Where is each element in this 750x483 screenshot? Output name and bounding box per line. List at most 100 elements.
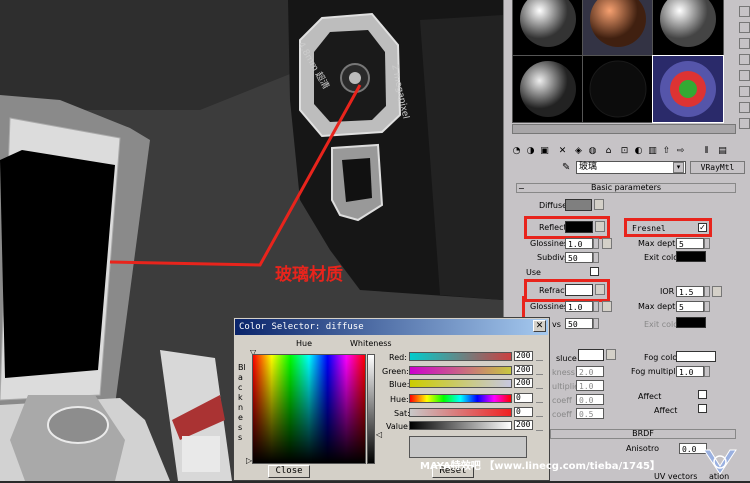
copy-icon[interactable]: ◈ xyxy=(572,144,585,157)
close-icon[interactable]: ✕ xyxy=(533,320,546,332)
sample-slot-4[interactable] xyxy=(512,55,584,123)
reflect-glossiness-field[interactable]: 1.0 xyxy=(565,238,593,249)
put-library-icon[interactable]: ⌂ xyxy=(602,144,615,157)
brdf-rollout-header[interactable]: BRDF xyxy=(550,429,736,439)
hue-blackness-picker[interactable] xyxy=(252,354,366,464)
refract-label: Refract xyxy=(539,286,568,295)
reflect-exit-color-swatch[interactable] xyxy=(676,251,706,262)
refract-glossiness-spinner[interactable] xyxy=(593,301,599,312)
use-interpolation-checkbox[interactable] xyxy=(590,267,599,276)
green-value-field[interactable]: 200 xyxy=(514,365,533,375)
blue-slider[interactable] xyxy=(409,379,512,388)
reflect-subdivs-field[interactable]: 50 xyxy=(565,252,593,263)
dialog-title[interactable]: Color Selector: diffuse xyxy=(235,319,548,335)
slot-scrollbar[interactable] xyxy=(512,124,736,134)
background-button[interactable] xyxy=(739,38,750,49)
refract-max-depth-label: Max depth xyxy=(638,302,681,311)
sample-slot-2[interactable] xyxy=(582,0,654,56)
reflect-max-depth-spinner[interactable] xyxy=(704,238,710,249)
select-by-material-icon[interactable]: ⫴ xyxy=(700,144,713,157)
sample-slot-6-active[interactable] xyxy=(652,55,724,123)
material-name-field[interactable]: 玻璃 xyxy=(576,161,686,174)
close-button[interactable]: Close xyxy=(268,465,310,478)
blue-label: Blue: xyxy=(389,380,410,389)
reset-icon[interactable]: ✕ xyxy=(556,144,569,157)
affect-shadows-checkbox[interactable] xyxy=(698,390,707,399)
fog-multiplier-field[interactable]: 1.0 xyxy=(676,366,704,377)
refract-max-depth-field[interactable]: 5 xyxy=(676,301,704,312)
eyedropper-icon[interactable]: ✎ xyxy=(562,162,570,173)
whiteness-slider[interactable] xyxy=(367,354,375,464)
sample-slot-3[interactable] xyxy=(652,0,724,56)
sat-slider[interactable] xyxy=(409,408,512,417)
fwd-bck-coeff-field[interactable]: 0.5 xyxy=(576,408,604,419)
refract-color-swatch[interactable] xyxy=(565,284,593,296)
refract-max-depth-spinner[interactable] xyxy=(704,301,710,312)
red-value-field[interactable]: 200 xyxy=(514,351,533,361)
blue-value-field[interactable]: 200 xyxy=(514,378,533,388)
translucent-color-swatch[interactable] xyxy=(578,349,604,361)
sample-slot-5[interactable] xyxy=(582,55,654,123)
diffuse-map-button[interactable] xyxy=(594,199,604,210)
hue-slider[interactable] xyxy=(409,394,512,403)
show-map-icon[interactable]: ◐ xyxy=(632,144,645,157)
make-preview-button[interactable] xyxy=(739,86,750,97)
scatter-coeff-field[interactable]: 0.0 xyxy=(576,394,604,405)
hue-value-field[interactable]: 0 xyxy=(514,393,533,403)
go-parent-icon[interactable]: ⇧ xyxy=(660,144,673,157)
uv-vectors-label: UV vectors xyxy=(654,472,698,481)
refract-exit-color-swatch[interactable] xyxy=(676,317,706,328)
refract-glossiness-map-button[interactable] xyxy=(602,301,612,312)
sample-slot-1[interactable] xyxy=(512,0,584,56)
fog-multiplier-spinner[interactable] xyxy=(704,366,710,377)
thickness-field[interactable]: 2.0 xyxy=(576,366,604,377)
chevron-down-icon[interactable]: ▾ xyxy=(673,162,684,173)
use-interpolation-label: Use xyxy=(526,268,541,277)
affect-alpha-checkbox[interactable] xyxy=(698,404,707,413)
fog-color-swatch[interactable] xyxy=(676,351,716,362)
fresnel-checkbox[interactable]: ✓ xyxy=(698,223,707,232)
reflect-glossiness-spinner[interactable] xyxy=(593,238,599,249)
ior-field[interactable]: 1.5 xyxy=(676,286,704,297)
reflect-subdivs-spinner[interactable] xyxy=(593,252,599,263)
whiteness-marker-icon[interactable]: ◁ xyxy=(376,430,382,439)
reflect-glossiness-map-button[interactable] xyxy=(602,238,612,249)
reflect-map-button[interactable] xyxy=(595,221,605,232)
put-to-scene-icon[interactable]: ◑ xyxy=(524,144,537,157)
reflect-color-swatch[interactable] xyxy=(565,221,593,233)
ior-spinner[interactable] xyxy=(704,286,710,297)
value-slider[interactable] xyxy=(409,421,512,430)
affect-shadows-label: Affect xyxy=(638,392,662,401)
refract-subdivs-spinner[interactable] xyxy=(593,318,599,329)
spinner-column[interactable] xyxy=(536,351,543,431)
unique-icon[interactable]: ◍ xyxy=(586,144,599,157)
video-check-button[interactable] xyxy=(739,70,750,81)
reflect-max-depth-label: Max depth xyxy=(638,239,681,248)
navigator-icon[interactable]: ▤ xyxy=(716,144,729,157)
sample-type-button[interactable] xyxy=(739,6,750,17)
green-slider[interactable] xyxy=(409,366,512,375)
refract-glossiness-field[interactable]: 1.0 xyxy=(565,301,593,312)
refract-subdivs-field[interactable]: 50 xyxy=(565,318,593,329)
reflect-max-depth-field[interactable]: 5 xyxy=(676,238,704,249)
basic-parameters-rollout-header[interactable]: Basic parameters xyxy=(516,183,736,193)
value-value-field[interactable]: 200 xyxy=(514,420,533,430)
sat-value-field[interactable]: 0 xyxy=(514,407,533,417)
sample-uv-button[interactable] xyxy=(739,54,750,65)
go-sibling-icon[interactable]: ⇨ xyxy=(674,144,687,157)
light-multiplier-field[interactable]: 1.0 xyxy=(576,380,604,391)
show-end-result-icon[interactable]: ▥ xyxy=(646,144,659,157)
effects-channel-icon[interactable]: ⊡ xyxy=(618,144,631,157)
red-slider[interactable] xyxy=(409,352,512,361)
blackness-marker-icon[interactable]: ▷ xyxy=(246,456,252,465)
select-by-material-button[interactable] xyxy=(739,118,750,129)
ior-map-button[interactable] xyxy=(712,286,722,297)
backlight-button[interactable] xyxy=(739,22,750,33)
refract-map-button[interactable] xyxy=(595,284,605,295)
options-button[interactable] xyxy=(739,102,750,113)
material-type-button[interactable]: VRayMtl xyxy=(690,161,745,174)
get-material-icon[interactable]: ◔ xyxy=(510,144,523,157)
translucent-map-button[interactable] xyxy=(606,349,616,360)
diffuse-color-swatch[interactable] xyxy=(565,199,592,211)
assign-icon[interactable]: ▣ xyxy=(538,144,551,157)
